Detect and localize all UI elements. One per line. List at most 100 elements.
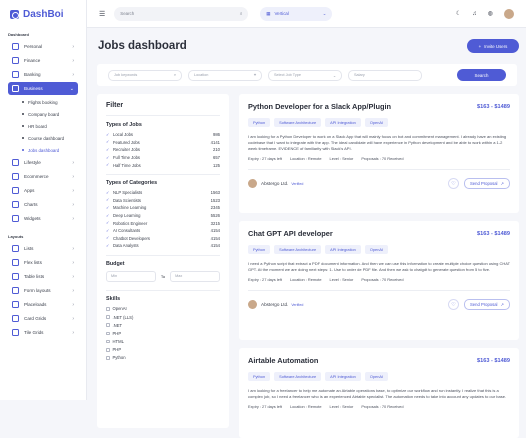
- job-tag[interactable]: Software Architecture: [274, 118, 322, 127]
- sidebar-item-ecommerce[interactable]: Ecommerce ›: [8, 170, 78, 183]
- skill-checkbox[interactable]: [106, 315, 110, 319]
- logo-icon: [10, 9, 19, 19]
- filter-category-item[interactable]: ✓ Robotics Engineer 3215: [106, 219, 220, 227]
- filter-type-item[interactable]: ✓ Half Time Jobs 125: [106, 161, 220, 169]
- job-card: Chat GPT API developer $163 - $1489 Python…: [239, 221, 519, 340]
- job-tag[interactable]: Software Architecture: [274, 372, 322, 381]
- job-tag[interactable]: API Integration: [325, 118, 361, 127]
- job-tag[interactable]: Software Architecture: [274, 245, 322, 254]
- filter-type-item[interactable]: ✓ Recruiter Jobs 210: [106, 146, 220, 154]
- skill-label: PHP: [112, 347, 122, 353]
- budget-max-input[interactable]: Max: [170, 270, 220, 282]
- job-title[interactable]: Python Developer for a Slack App/Plugin: [248, 102, 391, 111]
- job-tag[interactable]: API Integration: [325, 245, 361, 254]
- job-type-select[interactable]: Select Job Type ⌄: [268, 69, 342, 81]
- job-tag[interactable]: Python: [248, 372, 271, 381]
- location-input[interactable]: Location ⌖: [188, 69, 262, 81]
- send-proposal-button[interactable]: Send Proposal ↗: [464, 299, 510, 310]
- arrow-icon: ↗: [500, 302, 504, 307]
- job-tag[interactable]: API Integration: [325, 372, 361, 381]
- chevron-right-icon: ›: [72, 173, 74, 180]
- send-proposal-label: Send Proposal: [470, 181, 498, 186]
- skill-item[interactable]: HTML: [106, 337, 220, 345]
- favorite-button[interactable]: ♡: [448, 178, 459, 189]
- job-tag[interactable]: Python: [248, 118, 271, 127]
- skill-item[interactable]: Python: [106, 354, 220, 362]
- job-tag[interactable]: OpenAI: [364, 372, 389, 381]
- job-tag[interactable]: OpenAI: [364, 245, 389, 254]
- sidebar-item-form-layouts[interactable]: Form layouts ›: [8, 284, 78, 297]
- filter-category-item[interactable]: ✓ Deep Learning 5526: [106, 212, 220, 220]
- search-input[interactable]: Search ⌕: [114, 6, 249, 21]
- sidebar-sub-course[interactable]: Course dashboard: [8, 132, 78, 144]
- skill-item[interactable]: .NET (LLS): [106, 313, 220, 321]
- check-icon: ✓: [106, 227, 110, 233]
- sidebar-sub-hr[interactable]: HR board: [8, 120, 78, 132]
- skill-item[interactable]: OpenAI: [106, 305, 220, 313]
- filter-category-count: 1523: [210, 197, 220, 203]
- chevron-right-icon: ›: [72, 187, 74, 194]
- sidebar-sub-company[interactable]: Company board: [8, 108, 78, 120]
- company-name[interactable]: Abstergo Ltd.: [261, 302, 288, 307]
- sidebar-item-placeloads[interactable]: Placeloads ›: [8, 298, 78, 311]
- company-name[interactable]: Abstergo Ltd.: [261, 181, 288, 186]
- budget-min-input[interactable]: Min: [106, 270, 156, 282]
- skill-checkbox[interactable]: [106, 348, 110, 352]
- sidebar-item-widgets[interactable]: Widgets ›: [8, 212, 78, 225]
- job-tag[interactable]: OpenAI: [364, 118, 389, 127]
- filter-category-item[interactable]: ✓ Machine Learning 2345: [106, 204, 220, 212]
- sidebar-item-charts[interactable]: Charts ›: [8, 198, 78, 211]
- search-button[interactable]: Search: [457, 69, 506, 81]
- job-title[interactable]: Chat GPT API developer: [248, 229, 333, 238]
- skill-item[interactable]: PHP: [106, 329, 220, 337]
- skill-checkbox[interactable]: [106, 331, 110, 336]
- salary-input[interactable]: Salary: [348, 69, 422, 81]
- favorite-button[interactable]: ♡: [448, 299, 459, 310]
- filter-type-item[interactable]: ✓ Local Jobs 986: [106, 131, 220, 139]
- job-title[interactable]: Airtable Automation: [248, 356, 318, 365]
- sidebar-item-apps[interactable]: Apps ›: [8, 184, 78, 197]
- filter-category-item[interactable]: ✓ NLP Specialists 1563: [106, 189, 220, 197]
- company-avatar: [248, 179, 257, 188]
- filter-category-item[interactable]: ✓ AI Consultants 4154: [106, 227, 220, 235]
- sidebar-sub-flights[interactable]: Flights booking: [8, 96, 78, 108]
- skill-checkbox[interactable]: [106, 339, 110, 344]
- filter-type-label: Local Jobs: [113, 132, 134, 138]
- sidebar-sub-jobs[interactable]: Jobs dashboard: [8, 144, 78, 156]
- sidebar-item-flex-lists[interactable]: Flex lists ›: [8, 256, 78, 269]
- skill-checkbox[interactable]: [106, 356, 110, 360]
- sidebar-item-card-grids[interactable]: Card Grids ›: [8, 312, 78, 325]
- job-tag[interactable]: Python: [248, 245, 271, 254]
- sidebar-item-lists[interactable]: Lists ›: [8, 242, 78, 255]
- sidebar-item-finance[interactable]: Finance ›: [8, 54, 78, 67]
- sidebar-item-banking[interactable]: Banking ›: [8, 68, 78, 81]
- keywords-input[interactable]: Job keywords ⌕: [108, 69, 182, 81]
- filter-category-item[interactable]: ✓ Data Scientists 1523: [106, 197, 220, 205]
- skill-checkbox[interactable]: [106, 323, 110, 327]
- layout-select[interactable]: ▦ Vertical ⌄: [260, 6, 333, 21]
- filter-type-item[interactable]: ✓ Full Time Jobs 657: [106, 154, 220, 162]
- sidebar-item-lifestyle[interactable]: Lifestyle ›: [8, 156, 78, 169]
- bell-icon[interactable]: ♫: [472, 11, 477, 17]
- app-logo[interactable]: DashBoi: [0, 0, 86, 28]
- avatar[interactable]: [504, 8, 514, 19]
- job-expiry: Expiry : 27 days left: [248, 404, 282, 409]
- sidebar-item-personal[interactable]: Personal ›: [8, 40, 78, 53]
- sidebar-item-business[interactable]: Business ⌄: [8, 82, 78, 95]
- check-icon: ✓: [106, 154, 110, 160]
- globe-icon[interactable]: ◍: [488, 10, 493, 17]
- moon-icon[interactable]: ☾: [456, 10, 461, 17]
- sidebar-item-table-lists[interactable]: Table lists ›: [8, 270, 78, 283]
- filter-category-item[interactable]: ✓ Chatbot Developers 4154: [106, 235, 220, 243]
- skill-item[interactable]: .NET: [106, 321, 220, 329]
- filter-type-item[interactable]: ✓ Featured Jobs 4141: [106, 139, 220, 147]
- filter-category-item[interactable]: ✓ Data Analysts 4154: [106, 242, 220, 250]
- send-proposal-button[interactable]: Send Proposal ↗: [464, 178, 510, 189]
- menu-icon[interactable]: ☰: [99, 10, 105, 18]
- skill-item[interactable]: PHP: [106, 346, 220, 354]
- check-icon: ✓: [106, 162, 110, 168]
- skill-checkbox[interactable]: [106, 307, 110, 311]
- job-level: Level : Senior: [329, 404, 354, 409]
- sidebar-item-tile-grids[interactable]: Tile Grids ›: [8, 326, 78, 339]
- invite-users-button[interactable]: + Invite Users: [467, 39, 519, 53]
